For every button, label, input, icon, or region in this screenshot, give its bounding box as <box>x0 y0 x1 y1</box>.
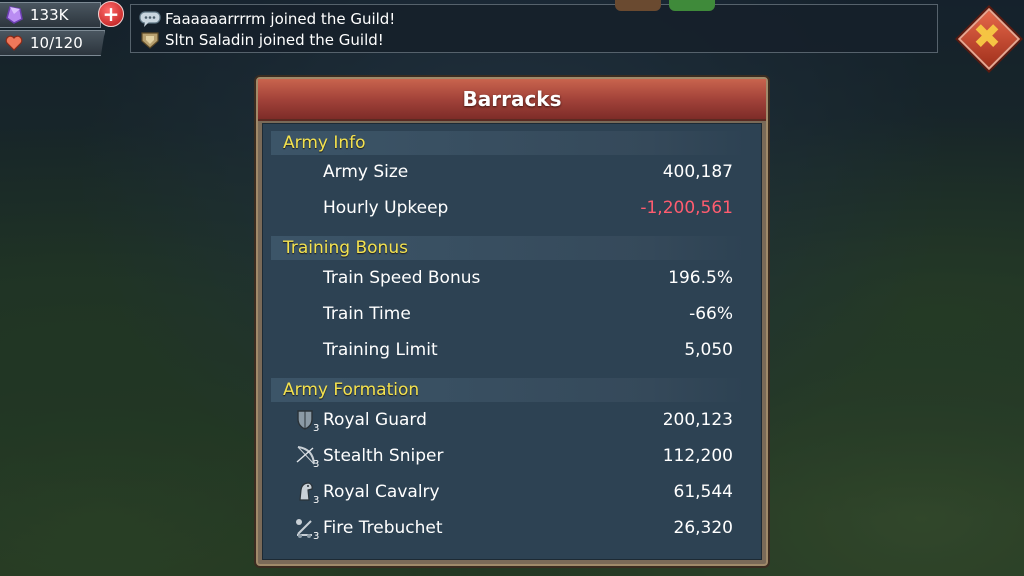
section-army-formation: Army Formation <box>271 378 745 402</box>
svg-text:3: 3 <box>313 459 319 468</box>
stat-row-hourly-upkeep: Hourly Upkeep -1,200,561 <box>263 193 763 223</box>
troop-label: Royal Guard <box>323 410 427 430</box>
shield-icon: 3 <box>295 408 321 434</box>
troop-value: 61,544 <box>673 482 733 502</box>
stat-row-training-limit: Training Limit 5,050 <box>263 335 763 365</box>
guild-crest-icon <box>137 29 163 51</box>
panel-title: Barracks <box>462 87 562 111</box>
section-title: Army Info <box>283 133 366 153</box>
stat-label: Training Limit <box>323 340 438 360</box>
gems-value: 133K <box>30 6 69 24</box>
stamina-value: 10/120 <box>30 34 83 52</box>
troop-row-stealth-sniper[interactable]: 3 Stealth Sniper 112,200 <box>263 441 763 471</box>
horse-icon: 3 <box>295 480 321 506</box>
troop-label: Fire Trebuchet <box>323 518 443 538</box>
troop-value: 26,320 <box>673 518 733 538</box>
bow-icon: 3 <box>295 444 321 470</box>
guild-feed[interactable]: Faaaaaarrrrm joined the Guild! Sltn Sala… <box>130 0 938 53</box>
section-title: Army Formation <box>283 380 420 400</box>
troop-label: Royal Cavalry <box>323 482 440 502</box>
section-title: Training Bonus <box>283 238 408 258</box>
add-gems-button[interactable]: + <box>98 1 124 27</box>
feed-item: Faaaaaarrrrm joined the Guild! <box>137 8 395 30</box>
stat-label: Army Size <box>323 162 409 182</box>
troop-row-royal-guard[interactable]: 3 Royal Guard 200,123 <box>263 405 763 435</box>
feed-text: Faaaaaarrrrm joined the Guild! <box>165 10 396 28</box>
svg-text:3: 3 <box>313 423 319 432</box>
chat-bubble-icon <box>137 8 163 30</box>
stat-row-train-speed-bonus: Train Speed Bonus 196.5% <box>263 263 763 293</box>
feed-item: Sltn Saladin joined the Guild! <box>137 29 384 51</box>
top-tabs-hint <box>615 0 715 11</box>
panel-body[interactable]: Army Info Army Size 400,187 Hourly Upkee… <box>262 123 762 560</box>
gems-counter[interactable]: 133K <box>0 2 101 28</box>
close-button[interactable]: ✖ <box>957 7 1021 71</box>
troop-row-fire-trebuchet[interactable]: 3 Fire Trebuchet 26,320 <box>263 513 763 543</box>
troop-value: 200,123 <box>662 410 733 430</box>
trebuchet-icon: 3 <box>295 516 321 542</box>
stat-value-negative: -1,200,561 <box>640 198 733 218</box>
troop-row-royal-cavalry[interactable]: 3 Royal Cavalry 61,544 <box>263 477 763 507</box>
svg-text:3: 3 <box>313 495 319 504</box>
stat-row-army-size: Army Size 400,187 <box>263 157 763 187</box>
troop-value: 112,200 <box>662 446 733 466</box>
stamina-counter[interactable]: 10/120 <box>0 30 105 56</box>
gem-icon <box>4 5 24 25</box>
barracks-panel: Barracks Army Info Army Size 400,187 Hou… <box>256 77 768 566</box>
stat-value: 400,187 <box>662 162 733 182</box>
feed-text: Sltn Saladin joined the Guild! <box>165 31 384 49</box>
stat-label: Train Speed Bonus <box>323 268 481 288</box>
stat-row-train-time: Train Time -66% <box>263 299 763 329</box>
stat-label: Hourly Upkeep <box>323 198 449 218</box>
svg-text:3: 3 <box>313 531 319 540</box>
panel-header: Barracks <box>258 79 766 121</box>
stat-value: -66% <box>689 304 733 324</box>
section-army-info: Army Info <box>271 131 745 155</box>
close-icon: ✖ <box>972 17 1002 57</box>
stat-value: 5,050 <box>684 340 733 360</box>
section-training-bonus: Training Bonus <box>271 236 745 260</box>
stat-label: Train Time <box>323 304 411 324</box>
heart-icon <box>4 33 24 53</box>
stat-value: 196.5% <box>668 268 733 288</box>
troop-label: Stealth Sniper <box>323 446 444 466</box>
